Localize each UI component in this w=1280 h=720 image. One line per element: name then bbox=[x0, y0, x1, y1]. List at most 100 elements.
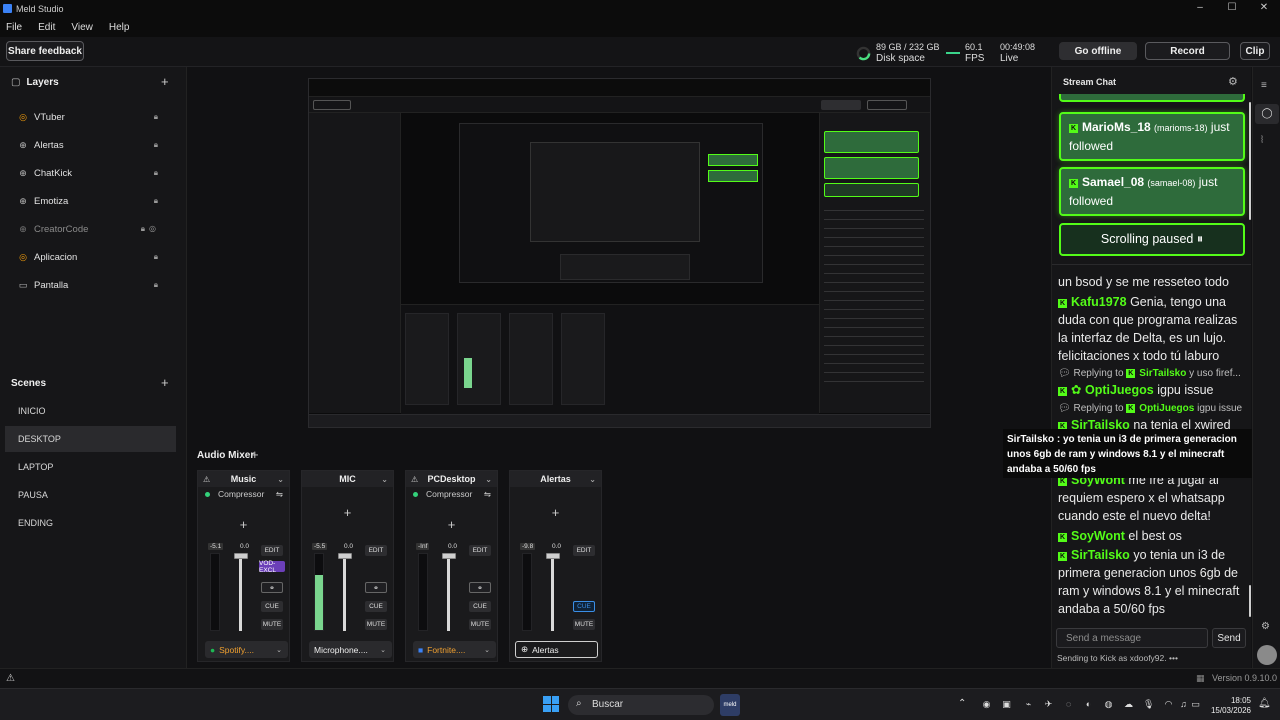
clip-button[interactable]: Clip bbox=[1240, 42, 1270, 60]
taskbar-clock[interactable]: 18:05 15/03/2026 bbox=[1195, 696, 1251, 716]
chat-username[interactable]: OptiJuegos bbox=[1085, 383, 1154, 397]
battery-icon[interactable]: ▭ bbox=[1190, 699, 1201, 710]
scene-item-inicio[interactable]: INICIO bbox=[5, 398, 176, 424]
menu-help[interactable]: Help bbox=[109, 22, 130, 33]
mic-icon[interactable]: 🎙︎ bbox=[1143, 699, 1154, 710]
audio-waves-icon[interactable]: ⦚ bbox=[1261, 135, 1263, 146]
scene-item-pausa[interactable]: PAUSA bbox=[5, 482, 176, 508]
warning-icon[interactable]: ⚠ bbox=[6, 673, 15, 684]
link-icon[interactable]: ⚭ bbox=[469, 582, 491, 593]
lock-hidden-icon[interactable]: 🔒︎◎ bbox=[141, 224, 160, 234]
menu-lines-icon[interactable]: ≡ bbox=[1261, 80, 1267, 91]
chevron-down-icon[interactable]: ⌄ bbox=[589, 475, 596, 484]
edit-button[interactable]: EDIT bbox=[261, 545, 283, 556]
add-filter-button[interactable]: + bbox=[302, 491, 393, 533]
chevron-up-icon[interactable]: ⌃ bbox=[958, 698, 966, 709]
capture-tray-icon[interactable]: ▣ bbox=[1001, 699, 1012, 710]
add-filter-button[interactable]: + bbox=[510, 491, 601, 533]
scrolling-paused-banner[interactable]: Scrolling paused ⏸ bbox=[1059, 223, 1245, 256]
menu-file[interactable]: File bbox=[6, 22, 22, 33]
chat-settings-icon[interactable]: ⚙ bbox=[1228, 75, 1238, 88]
edit-button[interactable]: EDIT bbox=[573, 545, 595, 556]
settings-icon[interactable]: ⚙ bbox=[1261, 621, 1270, 632]
fader-handle[interactable] bbox=[442, 553, 456, 559]
lock-icon[interactable]: 🔒︎ bbox=[154, 252, 158, 262]
edit-button[interactable]: EDIT bbox=[469, 545, 491, 556]
avatar[interactable] bbox=[1257, 645, 1277, 665]
source-select-pcdesktop[interactable]: ■ Fortnite.... ⌄ bbox=[413, 641, 496, 658]
lock-icon[interactable]: 🔒︎ bbox=[154, 112, 158, 122]
chat-scrollbar-top[interactable] bbox=[1249, 102, 1251, 220]
lock-icon[interactable]: 🔒︎ bbox=[154, 168, 158, 178]
mute-button[interactable]: MUTE bbox=[261, 619, 283, 630]
taskbar-search[interactable]: ⌕ Buscar bbox=[568, 695, 714, 715]
chat-bubble-icon[interactable]: ◯ bbox=[1255, 104, 1279, 124]
share-feedback-button[interactable]: Share feedback bbox=[6, 41, 84, 61]
reply-username[interactable]: OptiJuegos bbox=[1139, 403, 1194, 414]
mute-button[interactable]: MUTE bbox=[573, 619, 595, 630]
whatsapp-icon[interactable]: ◌ bbox=[1063, 699, 1074, 710]
link-icon[interactable]: ⚭ bbox=[261, 582, 283, 593]
volume-fader[interactable] bbox=[551, 553, 554, 631]
more-icon[interactable]: ••• bbox=[1169, 653, 1178, 663]
menu-edit[interactable]: Edit bbox=[38, 22, 55, 33]
volume-fader[interactable] bbox=[447, 553, 450, 631]
layer-item-emotiza[interactable]: ⊕ Emotiza 🔒︎ bbox=[18, 191, 158, 211]
add-audio-source-button[interactable]: + bbox=[251, 447, 259, 462]
lock-icon[interactable]: 🔒︎ bbox=[154, 140, 158, 150]
record-button[interactable]: Record bbox=[1145, 42, 1230, 60]
layer-item-aplicacion[interactable]: ◎ Aplicacion 🔒︎ bbox=[18, 247, 158, 267]
edit-button[interactable]: EDIT bbox=[365, 545, 387, 556]
chat-username[interactable]: Kafu1978 bbox=[1071, 295, 1127, 309]
chat-username[interactable]: SoyWont bbox=[1071, 529, 1125, 543]
cue-button[interactable]: CUE bbox=[365, 601, 387, 612]
go-offline-button[interactable]: Go offline bbox=[1059, 42, 1137, 60]
stream-preview[interactable] bbox=[308, 78, 931, 428]
chat-scrollbar[interactable] bbox=[1249, 585, 1251, 617]
add-layer-button[interactable]: + bbox=[161, 74, 169, 89]
usb-tray-icon[interactable]: ⌁ bbox=[1023, 699, 1034, 710]
obs-tray-icon[interactable]: ◉ bbox=[981, 699, 992, 710]
layer-item-pantalla[interactable]: ▭ Pantalla 🔒︎ bbox=[18, 275, 158, 295]
scene-item-laptop[interactable]: LAPTOP bbox=[5, 454, 176, 480]
chevron-down-icon[interactable]: ⌄ bbox=[277, 475, 284, 484]
windows-start-icon[interactable] bbox=[543, 696, 559, 712]
scene-item-desktop[interactable]: DESKTOP bbox=[5, 426, 176, 452]
layer-item-vtuber[interactable]: ◎ VTuber 🔒︎ bbox=[18, 107, 158, 127]
cloud-icon[interactable]: ☁ bbox=[1123, 699, 1134, 710]
close-button[interactable]: ✕ bbox=[1248, 0, 1280, 17]
discord-icon[interactable]: ◐ bbox=[1083, 699, 1094, 710]
reply-username[interactable]: SirTailsko bbox=[1139, 368, 1186, 379]
add-filter-button[interactable]: + bbox=[198, 501, 289, 547]
source-select-alertas[interactable]: ⊕ Alertas bbox=[515, 641, 598, 658]
notification-icon[interactable]: 🔔︎ bbox=[1258, 698, 1271, 709]
add-filter-button[interactable]: + bbox=[406, 501, 497, 547]
layer-item-creatorcode[interactable]: ⊕ CreatorCode 🔒︎◎ bbox=[18, 219, 158, 239]
layer-item-alertas[interactable]: ⊕ Alertas 🔒︎ bbox=[18, 135, 158, 155]
link-icon[interactable]: ⚭ bbox=[365, 582, 387, 593]
chat-send-button[interactable]: Send bbox=[1212, 628, 1246, 648]
steam-icon[interactable]: ◍ bbox=[1103, 699, 1114, 710]
vod-exclude-badge[interactable]: VOD-EXCL bbox=[259, 560, 285, 574]
cue-button[interactable]: CUE bbox=[469, 601, 491, 612]
mute-button[interactable]: MUTE bbox=[469, 619, 491, 630]
chat-message-input[interactable]: Send a message bbox=[1056, 628, 1208, 648]
fader-handle[interactable] bbox=[338, 553, 352, 559]
cue-button[interactable]: CUE bbox=[573, 601, 595, 612]
chevron-down-icon[interactable]: ⌄ bbox=[485, 475, 492, 484]
lock-icon[interactable]: 🔒︎ bbox=[154, 196, 158, 206]
fader-handle[interactable] bbox=[234, 553, 248, 559]
telegram-icon[interactable]: ✈ bbox=[1043, 699, 1054, 710]
lock-icon[interactable]: 🔒︎ bbox=[154, 280, 158, 290]
volume-icon[interactable]: ♫ bbox=[1178, 699, 1189, 710]
scene-item-ending[interactable]: ENDING bbox=[5, 510, 176, 536]
maximize-button[interactable]: ☐ bbox=[1216, 0, 1248, 17]
fader-handle[interactable] bbox=[546, 553, 560, 559]
cue-button[interactable]: CUE bbox=[261, 601, 283, 612]
source-select-mic[interactable]: Microphone.... ⌄ bbox=[309, 641, 392, 658]
meld-app-icon[interactable]: meld bbox=[720, 694, 740, 716]
chat-username[interactable]: SirTailsko bbox=[1071, 548, 1130, 562]
volume-fader[interactable] bbox=[343, 553, 346, 631]
chevron-down-icon[interactable]: ⌄ bbox=[381, 475, 388, 484]
add-scene-button[interactable]: + bbox=[161, 375, 169, 390]
